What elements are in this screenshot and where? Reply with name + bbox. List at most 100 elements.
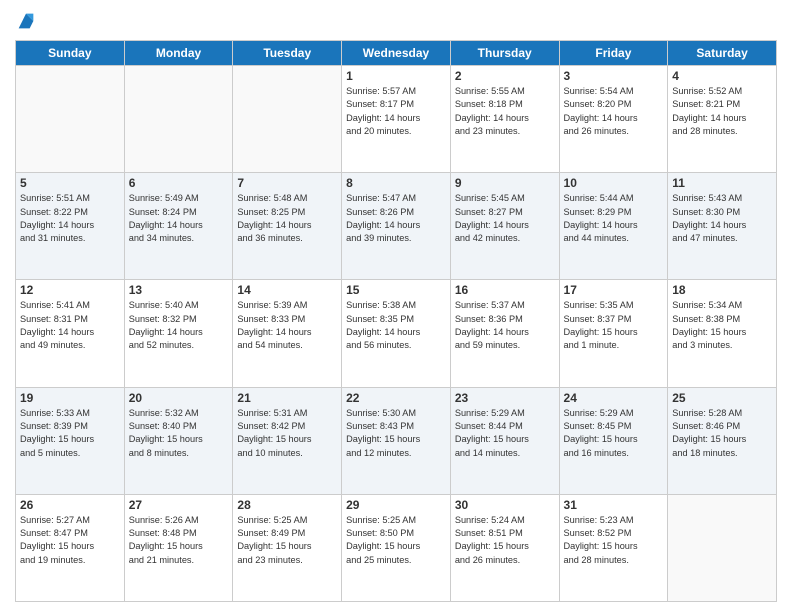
weekday-header-saturday: Saturday xyxy=(668,41,777,66)
day-info: Sunrise: 5:30 AM Sunset: 8:43 PM Dayligh… xyxy=(346,407,446,460)
calendar-cell: 30 Sunrise: 5:24 AM Sunset: 8:51 PM Dayli… xyxy=(450,494,559,601)
calendar-cell: 3 Sunrise: 5:54 AM Sunset: 8:20 PM Daylig… xyxy=(559,66,668,173)
calendar-table: SundayMondayTuesdayWednesdayThursdayFrid… xyxy=(15,40,777,602)
weekday-header-sunday: Sunday xyxy=(16,41,125,66)
calendar-cell xyxy=(233,66,342,173)
day-info: Sunrise: 5:32 AM Sunset: 8:40 PM Dayligh… xyxy=(129,407,229,460)
day-info: Sunrise: 5:28 AM Sunset: 8:46 PM Dayligh… xyxy=(672,407,772,460)
calendar-cell: 14 Sunrise: 5:39 AM Sunset: 8:33 PM Dayli… xyxy=(233,280,342,387)
day-info: Sunrise: 5:25 AM Sunset: 8:49 PM Dayligh… xyxy=(237,514,337,567)
day-info: Sunrise: 5:57 AM Sunset: 8:17 PM Dayligh… xyxy=(346,85,446,138)
weekday-header-thursday: Thursday xyxy=(450,41,559,66)
day-info: Sunrise: 5:23 AM Sunset: 8:52 PM Dayligh… xyxy=(564,514,664,567)
weekday-header-tuesday: Tuesday xyxy=(233,41,342,66)
day-number: 17 xyxy=(564,283,664,297)
weekday-header-row: SundayMondayTuesdayWednesdayThursdayFrid… xyxy=(16,41,777,66)
calendar-cell: 2 Sunrise: 5:55 AM Sunset: 8:18 PM Daylig… xyxy=(450,66,559,173)
weekday-header-wednesday: Wednesday xyxy=(342,41,451,66)
day-number: 23 xyxy=(455,391,555,405)
day-number: 16 xyxy=(455,283,555,297)
day-info: Sunrise: 5:52 AM Sunset: 8:21 PM Dayligh… xyxy=(672,85,772,138)
day-info: Sunrise: 5:48 AM Sunset: 8:25 PM Dayligh… xyxy=(237,192,337,245)
day-info: Sunrise: 5:37 AM Sunset: 8:36 PM Dayligh… xyxy=(455,299,555,352)
day-number: 11 xyxy=(672,176,772,190)
day-info: Sunrise: 5:27 AM Sunset: 8:47 PM Dayligh… xyxy=(20,514,120,567)
calendar-cell: 22Sunrise: 5:30 AM Sunset: 8:43 PM Dayli… xyxy=(342,387,451,494)
calendar-cell: 31 Sunrise: 5:23 AM Sunset: 8:52 PM Dayli… xyxy=(559,494,668,601)
day-info: Sunrise: 5:34 AM Sunset: 8:38 PM Dayligh… xyxy=(672,299,772,352)
day-number: 2 xyxy=(455,69,555,83)
day-info: Sunrise: 5:44 AM Sunset: 8:29 PM Dayligh… xyxy=(564,192,664,245)
day-number: 8 xyxy=(346,176,446,190)
calendar-cell: 18Sunrise: 5:34 AM Sunset: 8:38 PM Dayli… xyxy=(668,280,777,387)
calendar-week-5: 26Sunrise: 5:27 AM Sunset: 8:47 PM Dayli… xyxy=(16,494,777,601)
day-number: 20 xyxy=(129,391,229,405)
day-number: 15 xyxy=(346,283,446,297)
day-info: Sunrise: 5:26 AM Sunset: 8:48 PM Dayligh… xyxy=(129,514,229,567)
calendar-cell: 16 Sunrise: 5:37 AM Sunset: 8:36 PM Dayli… xyxy=(450,280,559,387)
calendar-cell: 29 Sunrise: 5:25 AM Sunset: 8:50 PM Dayli… xyxy=(342,494,451,601)
day-info: Sunrise: 5:49 AM Sunset: 8:24 PM Dayligh… xyxy=(129,192,229,245)
day-number: 14 xyxy=(237,283,337,297)
calendar-cell: 7 Sunrise: 5:48 AM Sunset: 8:25 PM Daylig… xyxy=(233,173,342,280)
day-number: 28 xyxy=(237,498,337,512)
calendar-cell: 17 Sunrise: 5:35 AM Sunset: 8:37 PM Dayli… xyxy=(559,280,668,387)
calendar-cell: 19Sunrise: 5:33 AM Sunset: 8:39 PM Dayli… xyxy=(16,387,125,494)
day-info: Sunrise: 5:39 AM Sunset: 8:33 PM Dayligh… xyxy=(237,299,337,352)
day-info: Sunrise: 5:35 AM Sunset: 8:37 PM Dayligh… xyxy=(564,299,664,352)
calendar-cell: 21Sunrise: 5:31 AM Sunset: 8:42 PM Dayli… xyxy=(233,387,342,494)
day-number: 25 xyxy=(672,391,772,405)
day-number: 24 xyxy=(564,391,664,405)
calendar-week-1: 1 Sunrise: 5:57 AM Sunset: 8:17 PM Daylig… xyxy=(16,66,777,173)
day-info: Sunrise: 5:38 AM Sunset: 8:35 PM Dayligh… xyxy=(346,299,446,352)
calendar-cell: 9 Sunrise: 5:45 AM Sunset: 8:27 PM Daylig… xyxy=(450,173,559,280)
day-info: Sunrise: 5:29 AM Sunset: 8:45 PM Dayligh… xyxy=(564,407,664,460)
day-info: Sunrise: 5:29 AM Sunset: 8:44 PM Dayligh… xyxy=(455,407,555,460)
logo xyxy=(15,10,41,32)
weekday-header-monday: Monday xyxy=(124,41,233,66)
day-info: Sunrise: 5:47 AM Sunset: 8:26 PM Dayligh… xyxy=(346,192,446,245)
day-info: Sunrise: 5:43 AM Sunset: 8:30 PM Dayligh… xyxy=(672,192,772,245)
day-number: 12 xyxy=(20,283,120,297)
calendar-cell: 25 Sunrise: 5:28 AM Sunset: 8:46 PM Dayli… xyxy=(668,387,777,494)
calendar-cell: 12 Sunrise: 5:41 AM Sunset: 8:31 PM Dayli… xyxy=(16,280,125,387)
day-info: Sunrise: 5:25 AM Sunset: 8:50 PM Dayligh… xyxy=(346,514,446,567)
calendar-cell: 11 Sunrise: 5:43 AM Sunset: 8:30 PM Dayli… xyxy=(668,173,777,280)
calendar-cell: 1 Sunrise: 5:57 AM Sunset: 8:17 PM Daylig… xyxy=(342,66,451,173)
calendar-week-2: 5 Sunrise: 5:51 AM Sunset: 8:22 PM Daylig… xyxy=(16,173,777,280)
day-number: 29 xyxy=(346,498,446,512)
calendar-cell xyxy=(668,494,777,601)
day-info: Sunrise: 5:51 AM Sunset: 8:22 PM Dayligh… xyxy=(20,192,120,245)
day-number: 7 xyxy=(237,176,337,190)
day-number: 5 xyxy=(20,176,120,190)
day-number: 6 xyxy=(129,176,229,190)
calendar-cell xyxy=(16,66,125,173)
day-info: Sunrise: 5:40 AM Sunset: 8:32 PM Dayligh… xyxy=(129,299,229,352)
day-info: Sunrise: 5:54 AM Sunset: 8:20 PM Dayligh… xyxy=(564,85,664,138)
calendar-cell: 24 Sunrise: 5:29 AM Sunset: 8:45 PM Dayli… xyxy=(559,387,668,494)
calendar-cell: 20 Sunrise: 5:32 AM Sunset: 8:40 PM Dayli… xyxy=(124,387,233,494)
calendar-cell: 6 Sunrise: 5:49 AM Sunset: 8:24 PM Daylig… xyxy=(124,173,233,280)
calendar-cell: 8 Sunrise: 5:47 AM Sunset: 8:26 PM Daylig… xyxy=(342,173,451,280)
day-number: 1 xyxy=(346,69,446,83)
calendar-cell: 23 Sunrise: 5:29 AM Sunset: 8:44 PM Dayli… xyxy=(450,387,559,494)
day-info: Sunrise: 5:41 AM Sunset: 8:31 PM Dayligh… xyxy=(20,299,120,352)
day-number: 30 xyxy=(455,498,555,512)
day-number: 9 xyxy=(455,176,555,190)
day-info: Sunrise: 5:24 AM Sunset: 8:51 PM Dayligh… xyxy=(455,514,555,567)
calendar-week-4: 19Sunrise: 5:33 AM Sunset: 8:39 PM Dayli… xyxy=(16,387,777,494)
calendar-cell: 4Sunrise: 5:52 AM Sunset: 8:21 PM Daylig… xyxy=(668,66,777,173)
calendar-cell xyxy=(124,66,233,173)
calendar-cell: 26Sunrise: 5:27 AM Sunset: 8:47 PM Dayli… xyxy=(16,494,125,601)
calendar-cell: 10 Sunrise: 5:44 AM Sunset: 8:29 PM Dayli… xyxy=(559,173,668,280)
weekday-header-friday: Friday xyxy=(559,41,668,66)
day-number: 31 xyxy=(564,498,664,512)
day-info: Sunrise: 5:45 AM Sunset: 8:27 PM Dayligh… xyxy=(455,192,555,245)
day-info: Sunrise: 5:55 AM Sunset: 8:18 PM Dayligh… xyxy=(455,85,555,138)
calendar-week-3: 12 Sunrise: 5:41 AM Sunset: 8:31 PM Dayli… xyxy=(16,280,777,387)
day-number: 13 xyxy=(129,283,229,297)
day-number: 21 xyxy=(237,391,337,405)
calendar-cell: 15 Sunrise: 5:38 AM Sunset: 8:35 PM Dayli… xyxy=(342,280,451,387)
day-number: 10 xyxy=(564,176,664,190)
day-number: 3 xyxy=(564,69,664,83)
